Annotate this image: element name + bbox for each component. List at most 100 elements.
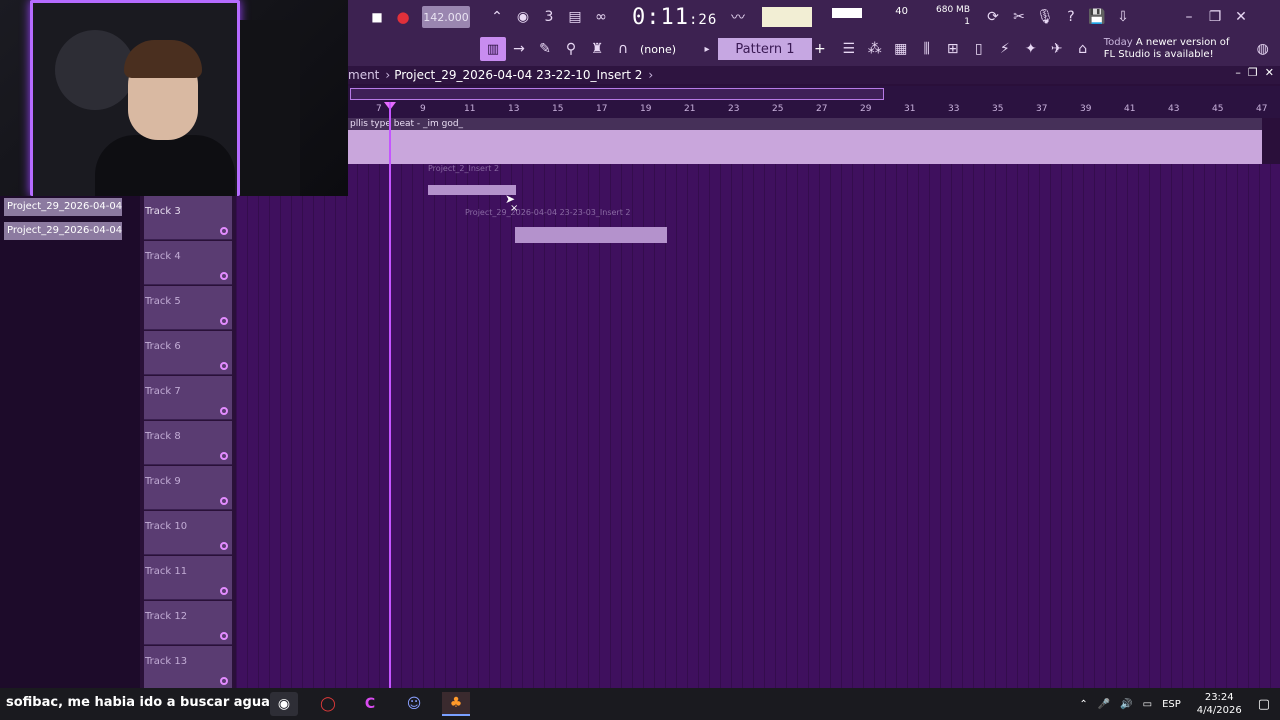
track-header[interactable]: Track 7 [144, 376, 232, 420]
clock-date: 4/4/2026 [1196, 705, 1242, 716]
track-mute-icon[interactable] [220, 542, 228, 550]
playlist-tool-icon[interactable]: ▥ [480, 37, 506, 61]
help-icon[interactable]: ? [1058, 5, 1084, 29]
play-small-icon[interactable]: ▸ [700, 37, 714, 61]
cursor-x-icon: × [510, 203, 519, 214]
fl-studio-icon[interactable]: ♣ [442, 692, 470, 716]
ruler-tick: 35 [992, 104, 1004, 114]
track-mute-icon[interactable] [220, 587, 228, 595]
mic-icon[interactable]: 🎙 [1032, 5, 1058, 29]
track-mute-icon[interactable] [220, 677, 228, 685]
playlist-icon[interactable]: ☰ [836, 37, 862, 61]
notifications-icon[interactable]: ▢ [1258, 697, 1270, 712]
record-button[interactable]: ● [390, 5, 416, 29]
update-notice[interactable]: Today A newer version of FL Studio is av… [1104, 37, 1244, 61]
track-header[interactable]: Track 4 [144, 241, 232, 285]
volume-icon[interactable]: 🔊 [1120, 699, 1132, 710]
ruler-tick: 27 [816, 104, 828, 114]
stamp-icon[interactable]: ♜ [584, 37, 610, 61]
ruler-tick: 29 [860, 104, 872, 114]
wait-input-icon[interactable]: ◉ [510, 5, 536, 29]
track-mute-icon[interactable] [220, 452, 228, 460]
tutorial-icon[interactable]: ✦ [1018, 37, 1044, 61]
step-edit-icon[interactable]: ▤ [562, 5, 588, 29]
discord-icon[interactable]: ☺ [400, 692, 428, 716]
refresh-icon[interactable]: ⟳ [980, 5, 1006, 29]
piano-roll-icon[interactable]: ▦ [888, 37, 914, 61]
pattern-name[interactable]: Pattern 1 [718, 38, 812, 60]
tray-mic-icon[interactable]: 🎤 [1098, 699, 1110, 710]
tray-chevron-icon[interactable]: ⌃ [1079, 699, 1087, 710]
track-mute-icon[interactable] [220, 407, 228, 415]
bar-ruler[interactable]: 7 9 11 13 15 17 19 21 23 25 27 29 31 33 35 37 39 41 43 45 47 [348, 104, 1280, 118]
shop-icon[interactable]: ⌂ [1070, 37, 1096, 61]
channel-rack-icon[interactable]: ⁂ [862, 37, 888, 61]
memory-meter: 680 MB 1 [910, 4, 970, 30]
audio-clip-b[interactable]: Project_29_2026-04-04 23-23-03_Insert 2 [465, 208, 670, 248]
pattern-selector[interactable]: (none) [640, 43, 700, 56]
export-icon[interactable]: ⇩ [1110, 5, 1136, 29]
track-header[interactable]: Track 6 [144, 331, 232, 375]
save-icon[interactable]: 💾 [1084, 5, 1110, 29]
browser-icon[interactable]: ⊞ [940, 37, 966, 61]
ruler-tick: 37 [1036, 104, 1048, 114]
clock[interactable]: 23:24 4/4/2026 [1197, 691, 1242, 717]
tools-icon[interactable]: ✂ [1006, 5, 1032, 29]
ruler-tick: 47 [1256, 104, 1268, 114]
track-header[interactable]: Track 8 [144, 421, 232, 465]
minimize-icon[interactable]: – [1176, 5, 1202, 29]
pencil-icon[interactable]: ✎ [532, 37, 558, 61]
countdown-icon[interactable]: 3 [536, 5, 562, 29]
track-header[interactable]: Track 12 [144, 601, 232, 645]
track-mute-icon[interactable] [220, 227, 228, 235]
track-header[interactable]: Track 13 [144, 646, 232, 690]
playlist-grid[interactable] [236, 164, 1280, 688]
mixer-icon[interactable]: ⫼ [914, 37, 940, 61]
track-name: Track 9 [145, 476, 181, 487]
track-mute-icon[interactable] [220, 317, 228, 325]
track-header[interactable]: Track 9 [144, 466, 232, 510]
arrow-tool-icon[interactable]: → [506, 37, 532, 61]
metronome-icon[interactable]: ⌃ [484, 5, 510, 29]
close-icon[interactable]: ✕ [1228, 5, 1254, 29]
track-header[interactable]: Track 11 [144, 556, 232, 600]
playlist-window-controls[interactable]: – ❐ ✕ [1235, 66, 1274, 79]
browser-item[interactable]: Project_29_2026-04-04... [4, 198, 122, 216]
restore-icon[interactable]: ❐ [1202, 5, 1228, 29]
link-icon[interactable]: ⚲ [558, 37, 584, 61]
obs-icon[interactable]: ◉ [270, 692, 298, 716]
ruler-tick: 13 [508, 104, 520, 114]
capcut-icon[interactable]: C [356, 692, 384, 716]
horizontal-scrollbar[interactable] [350, 88, 884, 100]
ruler-tick: 21 [684, 104, 696, 114]
track-header[interactable]: Track 5 [144, 286, 232, 330]
tempo-display[interactable]: 142.000 [422, 6, 470, 28]
loop-record-icon[interactable]: ∞ [588, 5, 614, 29]
track-mute-icon[interactable] [220, 632, 228, 640]
plugin-icon[interactable]: ⚡ [992, 37, 1018, 61]
audio-clip-main[interactable]: pllis type beat - _im god_ [348, 118, 1262, 164]
language-indicator[interactable]: ESP [1162, 699, 1181, 710]
globe-icon[interactable]: ◍ [1250, 37, 1276, 61]
person-hair [124, 40, 202, 78]
ruler-tick: 15 [552, 104, 564, 114]
edison-icon[interactable]: ✈ [1044, 37, 1070, 61]
ruler-tick: 9 [420, 104, 426, 114]
polyphony-value: 1 [964, 17, 970, 27]
network-icon[interactable]: ▭ [1143, 699, 1152, 710]
add-pattern-icon[interactable]: + [814, 41, 826, 57]
timeline[interactable]: 7 9 11 13 15 17 19 21 23 25 27 29 31 33 35 37 39 41 43 45 47 [348, 86, 1280, 118]
browser-item[interactable]: Project_29_2026-04-04... [4, 222, 122, 240]
track-header[interactable]: Track 3 [144, 196, 232, 240]
track-header[interactable]: Track 10 [144, 511, 232, 555]
track-name: Track 10 [145, 521, 188, 532]
file-icon[interactable]: ▯ [966, 37, 992, 61]
track-mute-icon[interactable] [220, 362, 228, 370]
opera-icon[interactable]: ◯ [314, 692, 342, 716]
waveform-icon: 〰 [731, 10, 745, 26]
track-mute-icon[interactable] [220, 497, 228, 505]
song-time-display[interactable]: 0:11:26 [632, 5, 716, 30]
track-mute-icon[interactable] [220, 272, 228, 280]
ruler-tick: 7 [376, 104, 382, 114]
stop-button[interactable]: ■ [364, 5, 390, 29]
